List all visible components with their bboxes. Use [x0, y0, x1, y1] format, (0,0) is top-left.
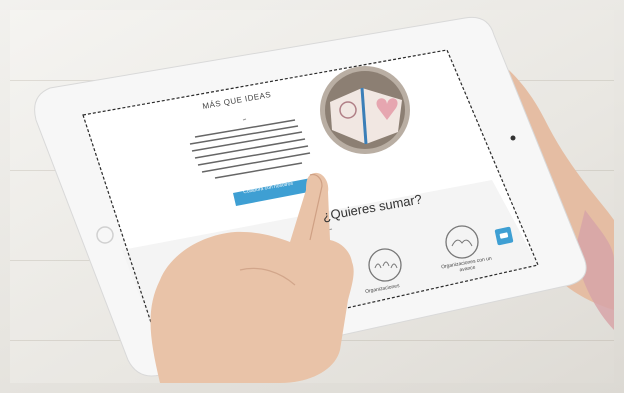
photo-frame: MÁS QUE IDEAS Colabora con nosotros ¿Qui… — [10, 10, 614, 383]
tablet-scene — [34, 16, 614, 383]
camera-dot — [510, 135, 516, 141]
heart-notebook-image — [320, 66, 410, 154]
